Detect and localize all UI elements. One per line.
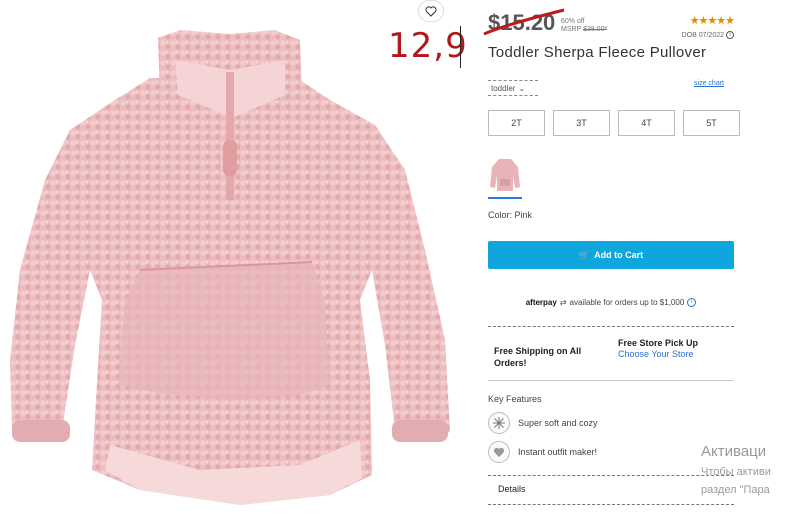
afterpay-logo: afterpay — [525, 298, 557, 307]
product-image — [0, 0, 470, 521]
snowflake-icon — [488, 412, 510, 434]
text-cursor — [460, 26, 461, 68]
heart-outline-icon — [425, 5, 437, 17]
price-strike-annotation — [483, 8, 565, 36]
key-features-heading: Key Features — [488, 394, 542, 404]
percent-off: 60% off — [561, 18, 585, 25]
afterpay-arrows-icon: ⇄ — [559, 298, 567, 307]
info-icon[interactable]: i — [726, 31, 734, 39]
pullover-thumbnail-icon — [490, 159, 520, 191]
store-pickup: Free Store Pick Up Choose Your Store — [618, 338, 733, 359]
feature-item: Super soft and cozy — [488, 412, 598, 434]
color-swatch-pink[interactable] — [488, 153, 522, 199]
choose-store-link[interactable]: Choose Your Store — [618, 349, 733, 359]
size-chart-link[interactable]: size chart — [694, 80, 724, 87]
free-shipping-text: Free Shipping on All Orders! — [494, 346, 582, 368]
size-options: 2T 3T 4T 5T — [488, 110, 740, 136]
divider — [488, 504, 734, 505]
pickup-title: Free Store Pick Up — [618, 338, 699, 348]
swatch-thumbnail — [488, 153, 522, 195]
price-row: $15.20 60% off MSRP $38.00* ★★★★★ DOB 07… — [483, 6, 735, 39]
chevron-down-icon: ⌄ — [518, 83, 526, 93]
size-option-2t[interactable]: 2T — [488, 110, 545, 136]
divider — [488, 380, 734, 381]
size-category-select[interactable]: toddler ⌄ — [488, 80, 538, 96]
product-title: Toddler Sherpa Fleece Pullover — [488, 44, 707, 61]
details-accordion[interactable]: Details — [498, 484, 526, 494]
divider — [488, 326, 734, 327]
afterpay-banner: afterpay ⇄ available for orders up to $1… — [488, 298, 734, 307]
msrp: MSRP $38.00* — [561, 26, 608, 33]
size-option-5t[interactable]: 5T — [683, 110, 740, 136]
favorite-button[interactable] — [418, 0, 444, 22]
size-option-3t[interactable]: 3T — [553, 110, 610, 136]
color-label: Color: Pink — [488, 210, 533, 220]
info-icon[interactable]: i — [687, 298, 697, 307]
divider — [488, 475, 734, 476]
size-option-4t[interactable]: 4T — [618, 110, 675, 136]
windows-activation-watermark: Активаци Чтобы активи раздел "Пара — [701, 443, 771, 496]
feature-item: Instant outfit maker! — [488, 441, 597, 463]
dob-info: DOB 07/2022 i — [682, 31, 734, 39]
heart-icon — [488, 441, 510, 463]
handwritten-price-annotation: 12,9 — [388, 26, 468, 66]
cart-icon: 🛒 — [578, 249, 591, 260]
add-to-cart-button[interactable]: 🛒 Add to Cart — [488, 241, 734, 269]
rating-stars[interactable]: ★★★★★ — [690, 14, 735, 27]
pullover-illustration — [10, 30, 450, 505]
